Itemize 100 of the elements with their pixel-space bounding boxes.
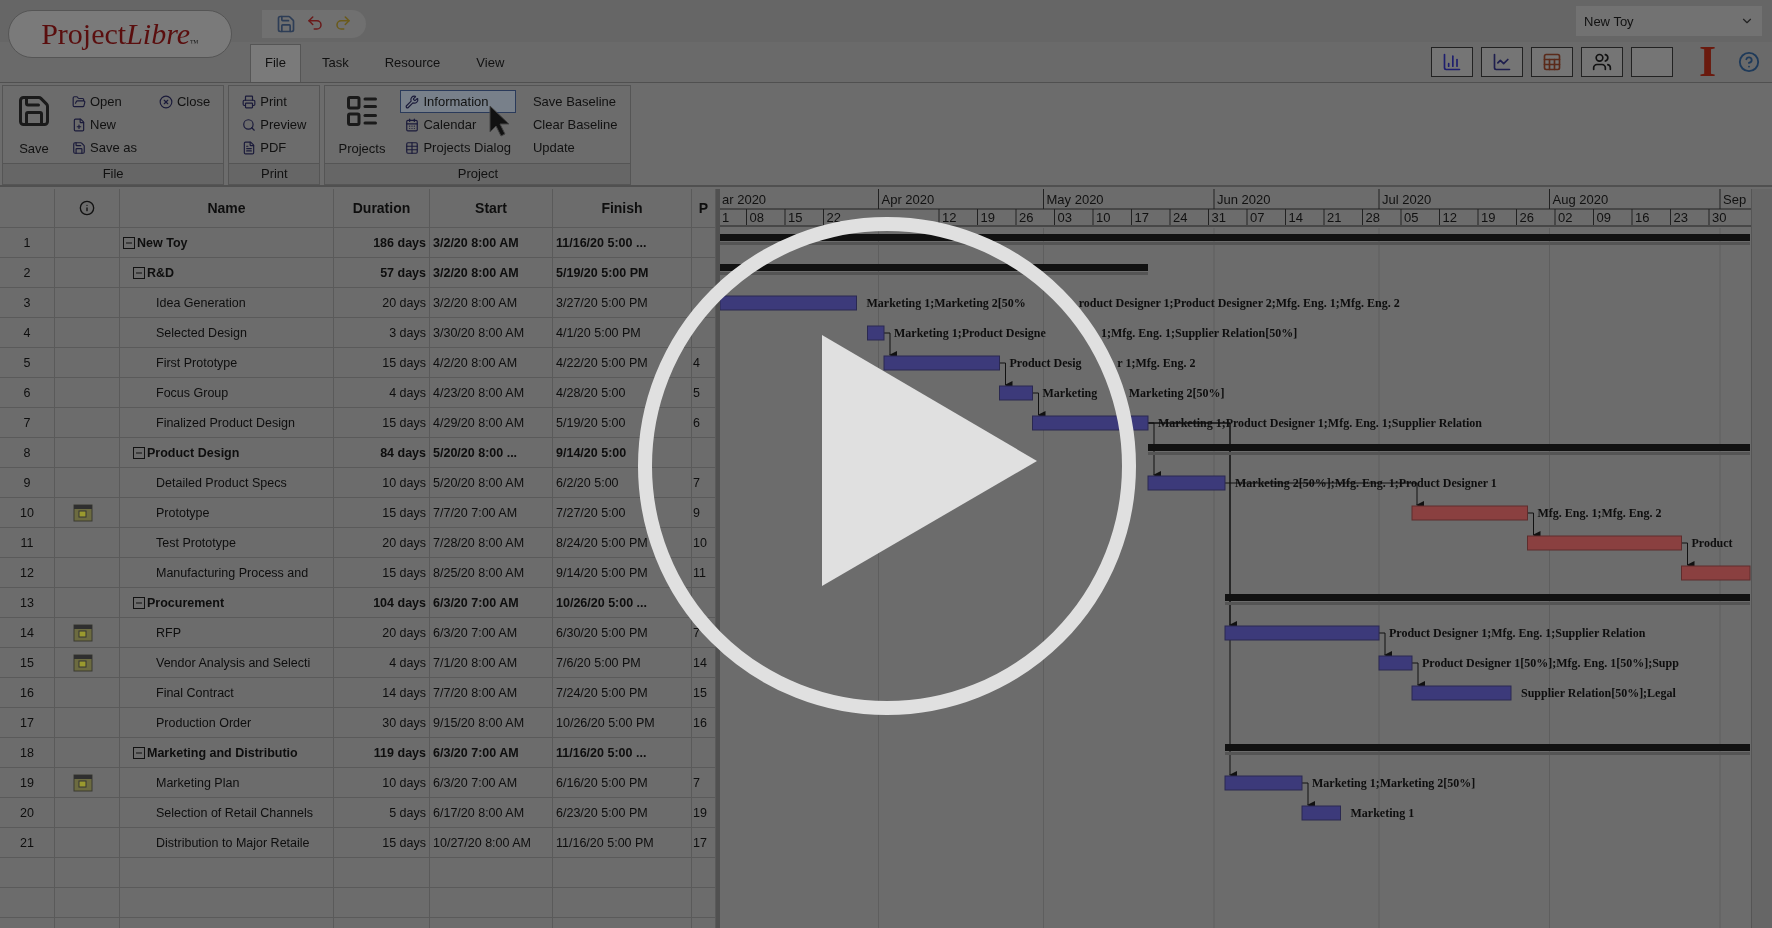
project-selector[interactable]: New Toy xyxy=(1576,6,1762,36)
predecessor-cell xyxy=(692,318,716,348)
finish-cell: 4/28/20 5:00 xyxy=(553,378,692,408)
ribbon-button[interactable]: Save xyxy=(11,90,57,163)
week-label: 1 xyxy=(722,210,730,225)
column-header[interactable]: Start xyxy=(430,189,553,228)
ribbon-button[interactable]: Print xyxy=(237,90,312,113)
start-cell: 10/27/20 8:00 AM xyxy=(430,828,553,858)
task-name: First Prototype xyxy=(156,355,238,370)
ribbon-button[interactable]: Close xyxy=(154,90,216,113)
collapse-icon[interactable] xyxy=(123,236,135,249)
ribbon-button[interactable]: Projects xyxy=(333,90,391,163)
sheet-button[interactable] xyxy=(1530,47,1573,77)
column-header[interactable]: Finish xyxy=(553,189,692,228)
redo-icon[interactable] xyxy=(334,14,352,32)
ribbon-tab[interactable]: Task xyxy=(306,44,364,82)
task-name: Marketing Plan xyxy=(156,775,240,790)
month-label: Sep xyxy=(1723,192,1747,207)
week-label: 12 xyxy=(1442,210,1457,225)
duration-cell: 3 days xyxy=(334,318,430,348)
scrollbar[interactable] xyxy=(1751,189,1772,928)
help-icon[interactable] xyxy=(1738,51,1760,73)
ribbon-button[interactable]: Calendar xyxy=(400,113,516,136)
histogram-button[interactable] xyxy=(1430,47,1473,77)
team-sheet-button[interactable] xyxy=(1580,47,1623,77)
summary-bar[interactable] xyxy=(720,234,1750,245)
task-name: RFP xyxy=(156,625,181,640)
predecessor-cell: 7 xyxy=(692,768,716,798)
week-label: 07 xyxy=(1250,210,1265,225)
ribbon-button[interactable]: Save Baseline xyxy=(527,90,623,113)
predecessor-cell: 5 xyxy=(692,378,716,408)
finish-cell: 7/24/20 5:00 PM xyxy=(553,678,692,708)
empty-cell xyxy=(692,888,716,918)
week-label: 19 xyxy=(1481,210,1496,225)
resource-label: roduct Designer 1;Product Designer 2;Mfg. Eng. 1;Mfg. Eng. 2 xyxy=(1078,296,1400,310)
save-icon xyxy=(16,93,52,129)
summary-bar[interactable] xyxy=(720,264,1148,275)
column-header[interactable]: Duration xyxy=(334,189,430,228)
column-header[interactable]: Name xyxy=(120,189,334,228)
calendar-grid-icon xyxy=(73,653,93,672)
start-cell: 6/3/20 7:00 AM xyxy=(430,768,553,798)
predecessor-cell: 6 xyxy=(692,408,716,438)
ribbon-tab[interactable]: File xyxy=(250,44,301,82)
ribbon-button[interactable]: Open xyxy=(67,90,142,113)
predecessor-cell xyxy=(692,738,716,768)
week-label: 08 xyxy=(749,210,764,225)
resource-label: Product Desig xyxy=(1009,356,1082,370)
predecessor-cell: 16 xyxy=(692,708,716,738)
duration-cell: 30 days xyxy=(334,708,430,738)
resource-label: Marketing 1;Marketing 2[50%] xyxy=(1312,776,1476,790)
start-cell: 6/3/20 7:00 AM xyxy=(430,618,553,648)
line-chart-button[interactable] xyxy=(1480,47,1523,77)
finish-cell: 11/16/20 5:00 ... xyxy=(553,228,692,258)
start-cell: 3/2/20 8:00 AM xyxy=(430,228,553,258)
save-icon[interactable] xyxy=(276,14,296,34)
task-name: Selection of Retail Channels xyxy=(156,805,314,820)
printer-icon xyxy=(242,94,257,109)
duration-cell: 15 days xyxy=(334,348,430,378)
ribbon-tab[interactable]: Resource xyxy=(369,44,456,82)
row-number: 9 xyxy=(0,468,55,498)
cursor-icon xyxy=(488,104,512,138)
ribbon-button[interactable]: Projects Dialog xyxy=(400,136,516,159)
undo-icon[interactable] xyxy=(306,14,324,32)
duration-cell: 15 days xyxy=(334,828,430,858)
month-label: Apr 2020 xyxy=(881,192,935,207)
task-name: New Toy xyxy=(137,235,188,250)
line-chart-icon xyxy=(1491,52,1512,72)
column-header[interactable]: P xyxy=(692,189,716,228)
week-label: 23 xyxy=(1673,210,1688,225)
ribbon-button[interactable]: Information xyxy=(400,90,516,113)
ribbon-button[interactable]: New xyxy=(67,113,142,136)
group-label: Print xyxy=(229,163,320,184)
calendar-grid-icon xyxy=(73,623,93,642)
ribbon-button[interactable]: PDF xyxy=(237,136,312,159)
blank-button[interactable] xyxy=(1630,47,1673,77)
row-number: 2 xyxy=(0,258,55,288)
finish-cell: 4/1/20 5:00 PM xyxy=(553,318,692,348)
task-name: Product Design xyxy=(147,445,240,460)
ribbon-button[interactable]: Clear Baseline xyxy=(527,113,623,136)
ribbon-button[interactable]: Preview xyxy=(237,113,312,136)
finish-cell: 11/16/20 5:00 ... xyxy=(553,738,692,768)
finish-cell: 3/27/20 5:00 PM xyxy=(553,288,692,318)
finish-cell: 9/14/20 5:00 xyxy=(553,438,692,468)
collapse-icon[interactable] xyxy=(133,746,145,759)
collapse-icon[interactable] xyxy=(133,266,145,279)
predecessor-cell xyxy=(692,258,716,288)
ribbon-button[interactable]: Update xyxy=(527,136,623,159)
collapse-icon[interactable] xyxy=(133,446,145,459)
collapse-icon[interactable] xyxy=(133,596,145,609)
start-cell: 8/25/20 8:00 AM xyxy=(430,558,553,588)
duration-cell: 10 days xyxy=(334,768,430,798)
ribbon-button[interactable]: Save as xyxy=(67,136,142,159)
preview-icon xyxy=(242,117,257,132)
predecessor-cell: 9 xyxy=(692,498,716,528)
duration-cell: 20 days xyxy=(334,528,430,558)
resource-label: Marketing 2[50%] xyxy=(1128,386,1225,400)
start-cell: 4/29/20 8:00 AM xyxy=(430,408,553,438)
close-icon xyxy=(159,94,173,109)
predecessor-cell xyxy=(692,438,716,468)
ribbon-tab[interactable]: View xyxy=(461,44,520,82)
